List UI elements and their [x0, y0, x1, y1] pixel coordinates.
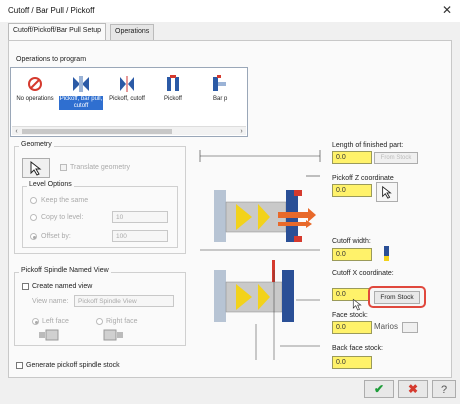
ok-button[interactable]: ✔ [364, 380, 394, 398]
cutoff-width-field[interactable]: 0.0 [332, 248, 372, 261]
bar-pull-icon [73, 76, 89, 92]
help-icon: ? [440, 384, 448, 396]
checkmark-icon: ✔ [373, 382, 385, 396]
translate-geometry-checkbox[interactable] [60, 164, 67, 171]
op-pickoff-cutoff[interactable]: Pickoff, cutoff [105, 72, 149, 118]
offset-by-label: Offset by: [41, 233, 71, 240]
back-face-field[interactable]: 0.0 [332, 356, 372, 369]
pickoff-z-field[interactable]: 0.0 [332, 184, 372, 197]
offset-by-radio[interactable] [30, 233, 37, 240]
op-bar-pull[interactable]: Bar p [197, 72, 245, 118]
no-entry-icon [28, 77, 42, 91]
from-stock-button[interactable]: From Stock [374, 291, 420, 304]
select-point-button[interactable] [376, 182, 398, 202]
named-view-label: Pickoff Spindle Named View [19, 267, 111, 274]
tab-operations[interactable]: Operations [110, 24, 155, 40]
main-chuck [214, 190, 226, 242]
pickoff-z-label: Pickoff Z coordinate [332, 175, 394, 182]
keep-same-label: Keep the same [41, 197, 89, 204]
cutoff-diagram [199, 150, 321, 360]
face-stock-suffix: Marios [374, 322, 399, 331]
face-stock-field[interactable]: 0.0 [332, 321, 372, 334]
copy-to-level-radio[interactable] [30, 214, 37, 221]
from-stock-disabled-button[interactable]: From Stock [374, 152, 418, 164]
close-icon[interactable]: ✕ [440, 3, 454, 17]
offset-by-field[interactable]: 100 [112, 230, 168, 242]
op-pickoff[interactable]: Pickoff [151, 72, 195, 118]
face-stock-button[interactable] [402, 322, 418, 333]
right-face-radio[interactable] [96, 318, 103, 325]
pickoff-icon [167, 75, 179, 91]
operations-label: Operations to program [16, 56, 87, 63]
help-button[interactable]: ? [432, 380, 456, 398]
translate-geometry-label: Translate geometry [70, 164, 131, 171]
finished-length-label: Length of finished part: [332, 142, 404, 149]
left-face-radio[interactable] [32, 318, 39, 325]
view-name-label: View name: [32, 298, 69, 305]
cancel-button[interactable]: ✖ [398, 380, 428, 398]
window-title: Cutoff / Bar Pull / Pickoff [8, 6, 95, 15]
scroll-left-icon[interactable]: ‹ [12, 127, 21, 136]
view-name-field[interactable]: Pickoff Spindle View [74, 295, 174, 307]
generate-stock-checkbox[interactable] [16, 362, 23, 369]
red-x-icon: ✖ [407, 382, 419, 396]
left-face-icon [39, 329, 59, 341]
scroll-thumb[interactable] [22, 129, 172, 134]
cutoff-tool [272, 260, 275, 282]
geometry-label: Geometry [19, 141, 54, 148]
pickoff-cutoff-icon [120, 76, 134, 92]
title-bar: Cutoff / Bar Pull / Pickoff ✕ [0, 0, 460, 22]
cursor-arrow-icon [30, 160, 42, 176]
dialog-window: Cutoff / Bar Pull / Pickoff ✕ Cutoff/Pic… [0, 0, 460, 404]
generate-stock-label: Generate pickoff spindle stock [26, 362, 120, 369]
bar-pull-icon [213, 75, 226, 91]
stock-bar [225, 201, 287, 233]
cutoff-x-label: Cutoff X coordinate: [332, 270, 394, 277]
left-face-label: Left face [42, 318, 69, 325]
right-face-label: Right face [106, 318, 138, 325]
mouse-cursor-icon [352, 298, 362, 311]
finished-length-field[interactable]: 0.0 [332, 151, 372, 164]
copy-to-level-field[interactable]: 10 [112, 211, 168, 223]
from-stock-highlight: From Stock [368, 286, 426, 308]
keep-same-radio[interactable] [30, 197, 37, 204]
create-named-view-checkbox[interactable] [22, 283, 29, 290]
tab-setup[interactable]: Cutoff/Pickoff/Bar Pull Setup [8, 23, 107, 40]
op-pickoff-bar-pull-cutoff[interactable]: Pickoff, bar pull, cutoff [59, 72, 103, 118]
op-no-operations[interactable]: No operations [13, 72, 57, 118]
cursor-arrow-icon [382, 185, 392, 199]
face-stock-label: Face stock: [332, 312, 368, 319]
right-face-icon [103, 329, 123, 341]
create-named-view-label: Create named view [32, 283, 93, 290]
back-face-label: Back face stock: [332, 345, 383, 352]
level-options-label: Level Options [27, 181, 74, 188]
copy-to-level-label: Copy to level: [41, 214, 84, 221]
cutoff-tool-icon[interactable] [380, 246, 392, 262]
cutoff-width-label: Cutoff width: [332, 238, 371, 245]
select-geometry-button[interactable] [22, 158, 50, 178]
